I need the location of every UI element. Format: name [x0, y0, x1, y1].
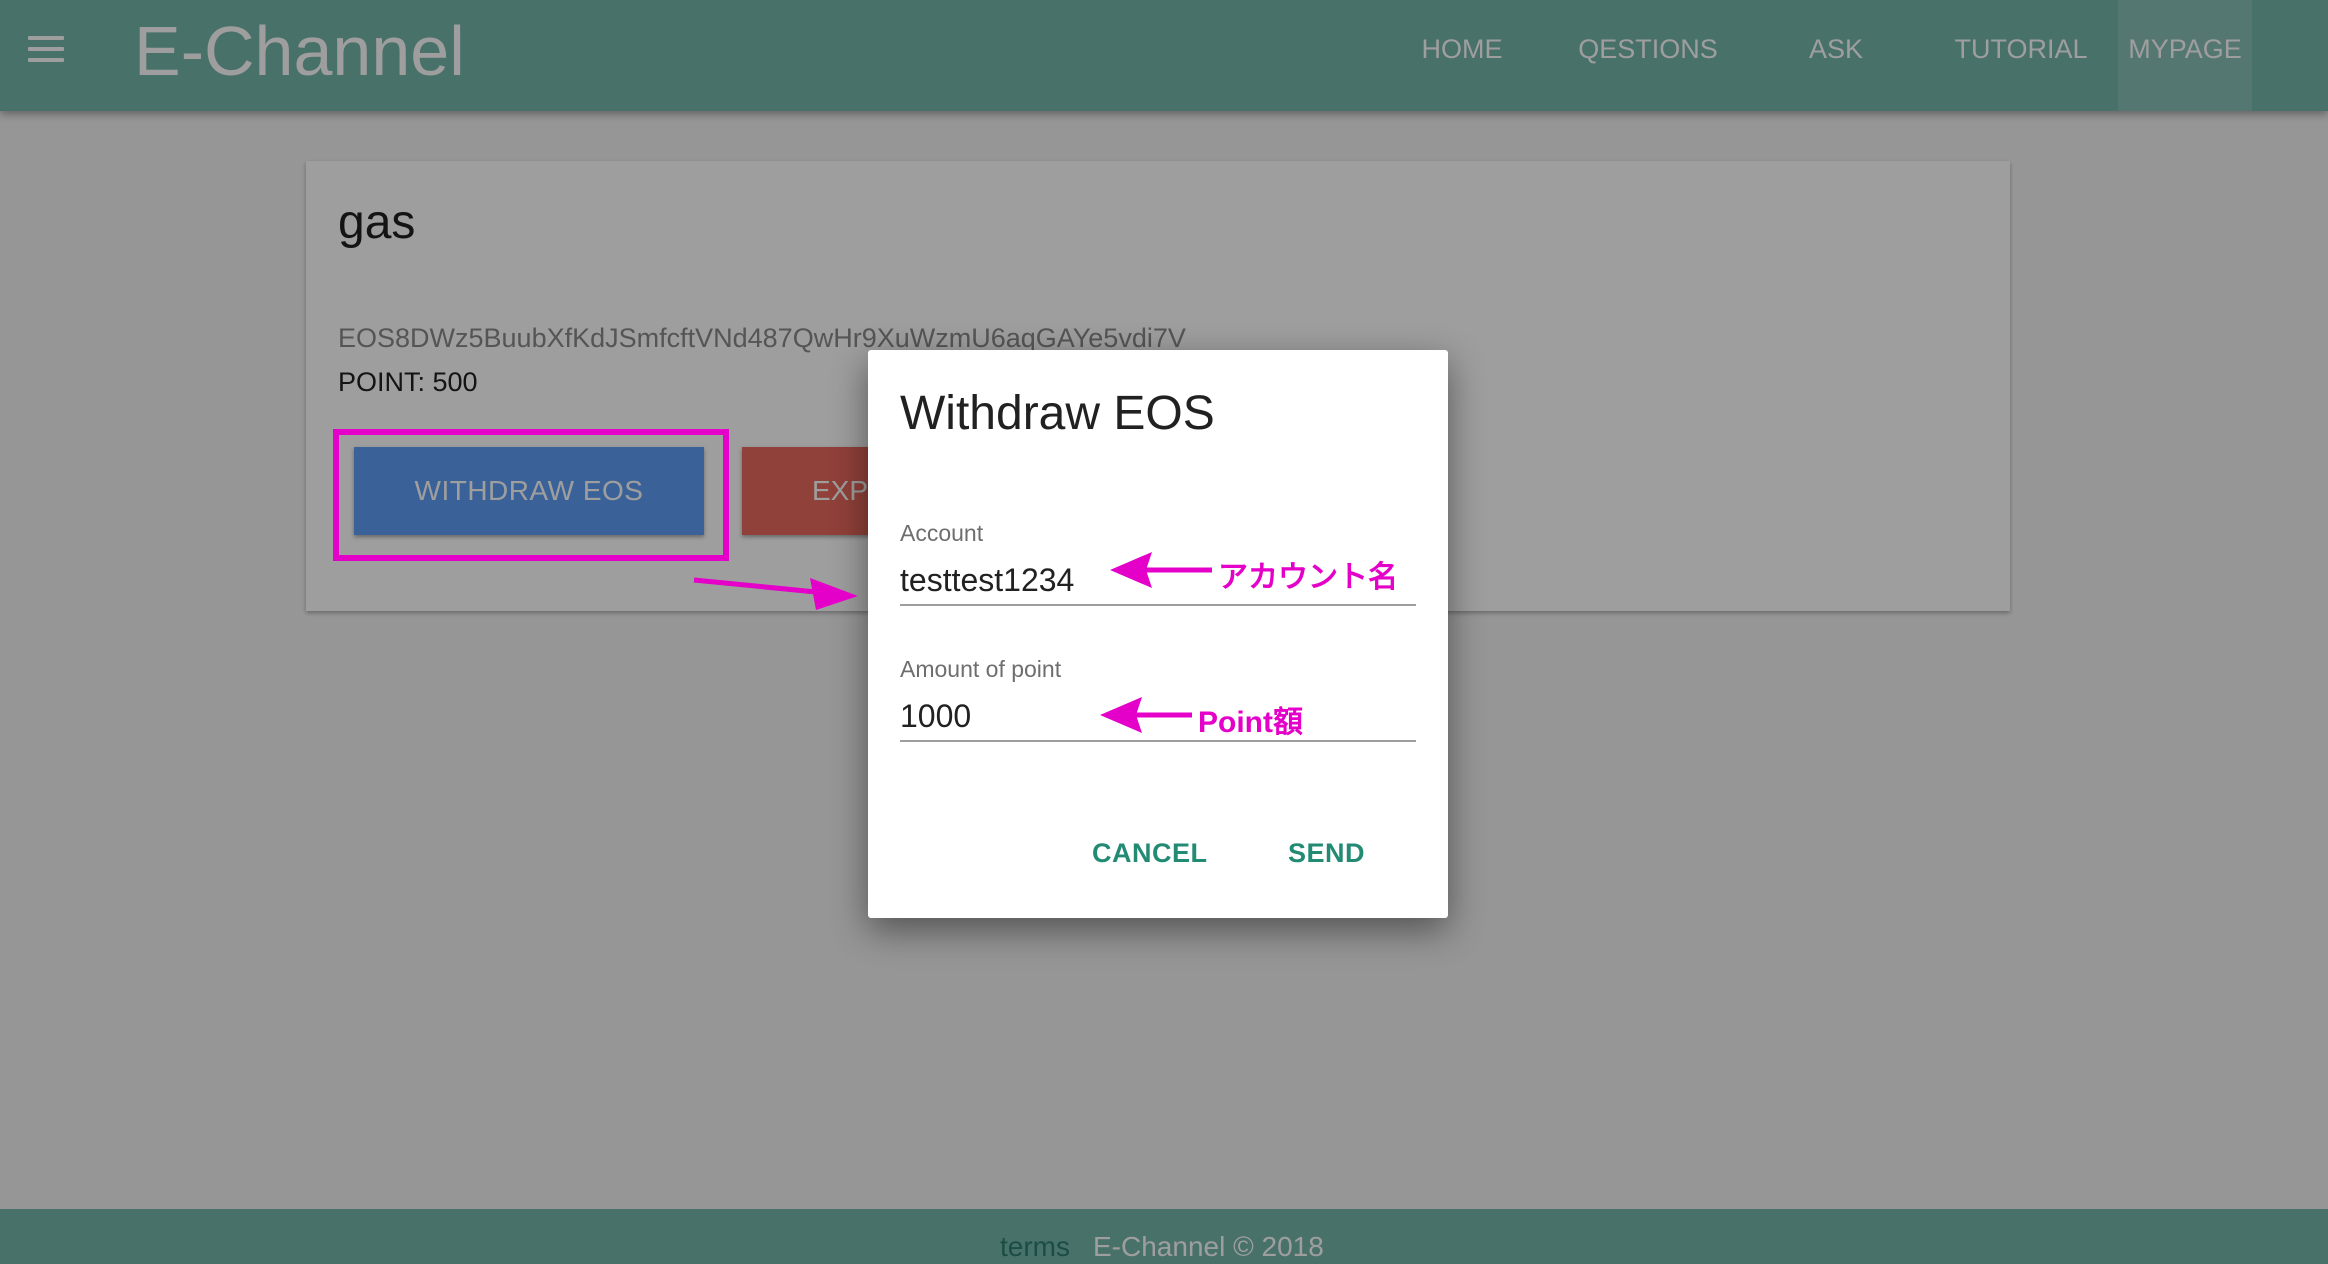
annotation-amount-note: Point額 — [1198, 706, 1303, 739]
annotation-highlight-box — [333, 429, 729, 561]
cancel-button[interactable]: CANCEL — [1092, 828, 1208, 878]
account-label: Account — [900, 520, 984, 546]
amount-label: Amount of point — [900, 656, 1062, 682]
amount-input[interactable] — [900, 692, 1416, 742]
dialog-title: Withdraw EOS — [900, 387, 1215, 440]
withdraw-dialog: Withdraw EOS Account Amount of point CAN… — [868, 350, 1448, 918]
annotation-account-note: アカウント名 — [1218, 561, 1398, 594]
send-button[interactable]: SEND — [1288, 828, 1365, 878]
page: E-Channel HOME QESTIONS ASK TUTORIAL MYP… — [0, 0, 2328, 1264]
